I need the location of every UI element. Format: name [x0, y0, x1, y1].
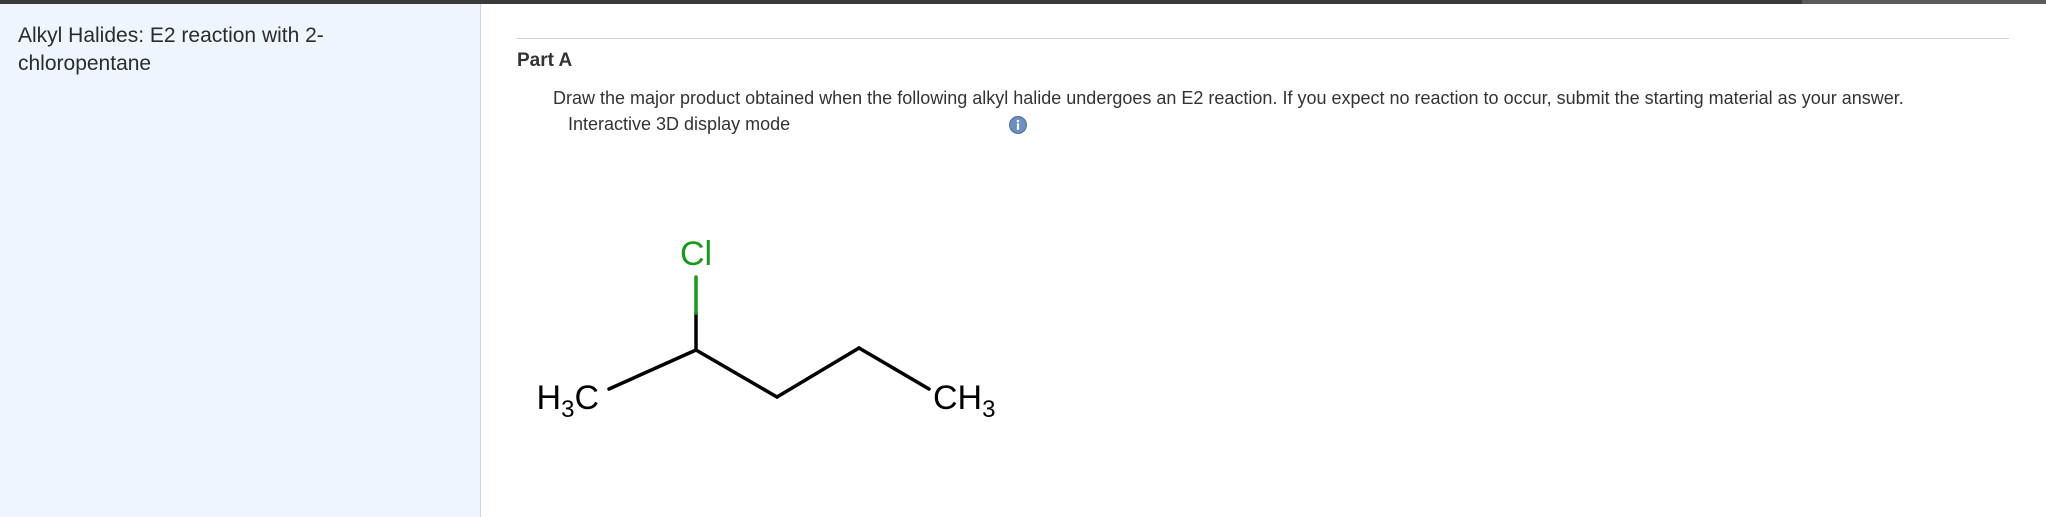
info-icon[interactable]	[1009, 116, 1027, 134]
chlorine-label: Cl	[680, 235, 712, 273]
sidebar-assignment-title[interactable]: Alkyl Halides: E2 reaction with 2-chloro…	[18, 22, 378, 78]
left-methyl-label: H3C	[537, 379, 599, 423]
bond-c4-c5	[857, 346, 931, 391]
molecule-structure-2-chloropentane: Cl H3C CH3	[537, 235, 995, 423]
bond-c1-c2	[607, 348, 698, 391]
display-mode-row: Interactive 3D display mode	[568, 114, 1028, 138]
part-title[interactable]: Part A	[517, 50, 572, 72]
display-mode-link[interactable]: Interactive 3D display mode	[568, 114, 790, 135]
question-instructions: Draw the major product obtained when the…	[553, 88, 1904, 108]
bond-c3-c4	[775, 346, 861, 399]
bond-c2-c3	[694, 348, 779, 399]
left-methyl-h: H	[537, 379, 561, 417]
left-methyl-c: C	[574, 379, 599, 417]
right-methyl-label: CH3	[933, 379, 995, 423]
right-methyl-ch: CH	[933, 379, 982, 417]
section-divider	[517, 38, 2009, 39]
main-content: Part A Draw the major product obtained w…	[481, 4, 2046, 517]
right-methyl-subscript: 3	[982, 396, 995, 423]
left-methyl-subscript: 3	[561, 396, 574, 423]
sidebar: Alkyl Halides: E2 reaction with 2-chloro…	[0, 4, 481, 517]
